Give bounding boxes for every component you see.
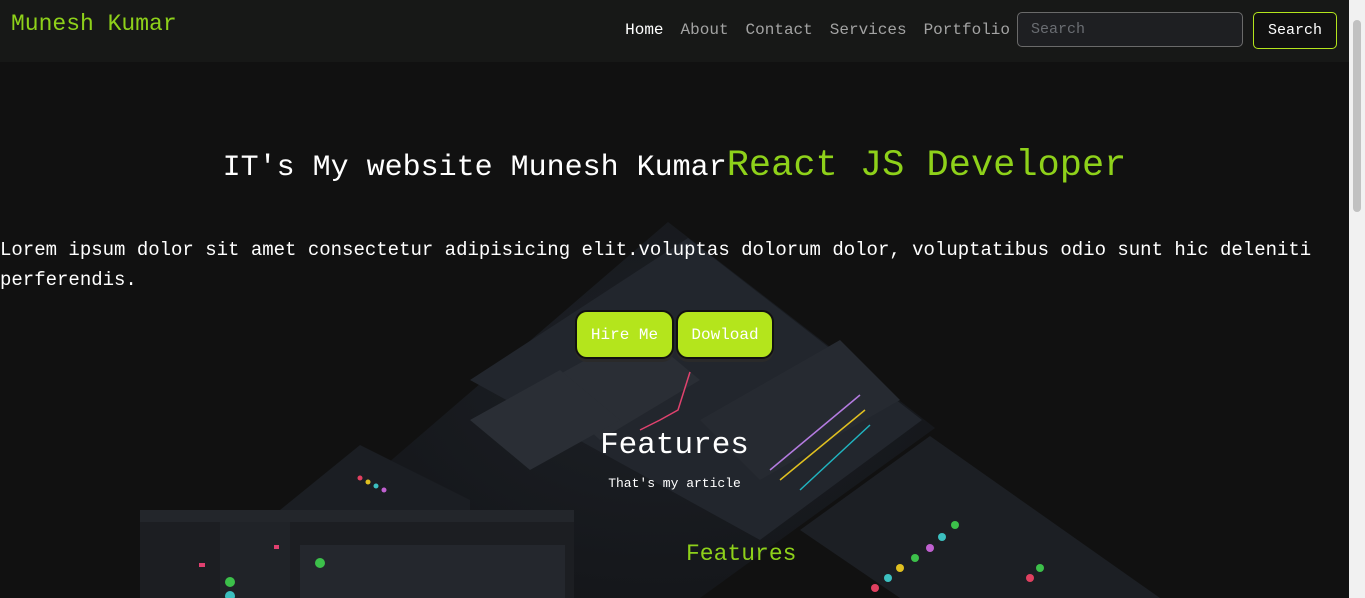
- features-title: Features: [600, 428, 749, 463]
- nav-link-services[interactable]: Services: [830, 20, 907, 40]
- nav-link-home[interactable]: Home: [625, 20, 663, 40]
- nav-link-portfolio[interactable]: Portfolio: [924, 20, 1010, 40]
- hero-title-accent: React JS Developer: [726, 145, 1127, 187]
- features-subtitle: That's my article: [608, 476, 741, 491]
- nav-link-about[interactable]: About: [681, 20, 729, 40]
- hero-title: IT's My website Munesh KumarReact JS Dev…: [0, 145, 1349, 187]
- features-heading-secondary: Features: [686, 541, 797, 567]
- brand-logo[interactable]: Munesh Kumar: [11, 11, 177, 37]
- download-button[interactable]: Dowload: [676, 310, 774, 359]
- page-scrollbar[interactable]: [1349, 0, 1365, 598]
- search-button[interactable]: Search: [1253, 12, 1337, 49]
- nav-links: Home About Contact Services Portfolio: [608, 20, 1010, 40]
- scrollbar-thumb[interactable]: [1353, 20, 1361, 212]
- search-input[interactable]: [1017, 12, 1243, 47]
- hero-description: Lorem ipsum dolor sit amet consectetur a…: [0, 239, 1312, 291]
- navbar: Munesh Kumar Home About Contact Services…: [0, 0, 1349, 62]
- hire-me-button[interactable]: Hire Me: [575, 310, 674, 359]
- nav-link-contact[interactable]: Contact: [746, 20, 813, 40]
- hero-title-main: IT's My website Munesh Kumar: [222, 151, 727, 185]
- dashboard-illustration: [140, 222, 1160, 598]
